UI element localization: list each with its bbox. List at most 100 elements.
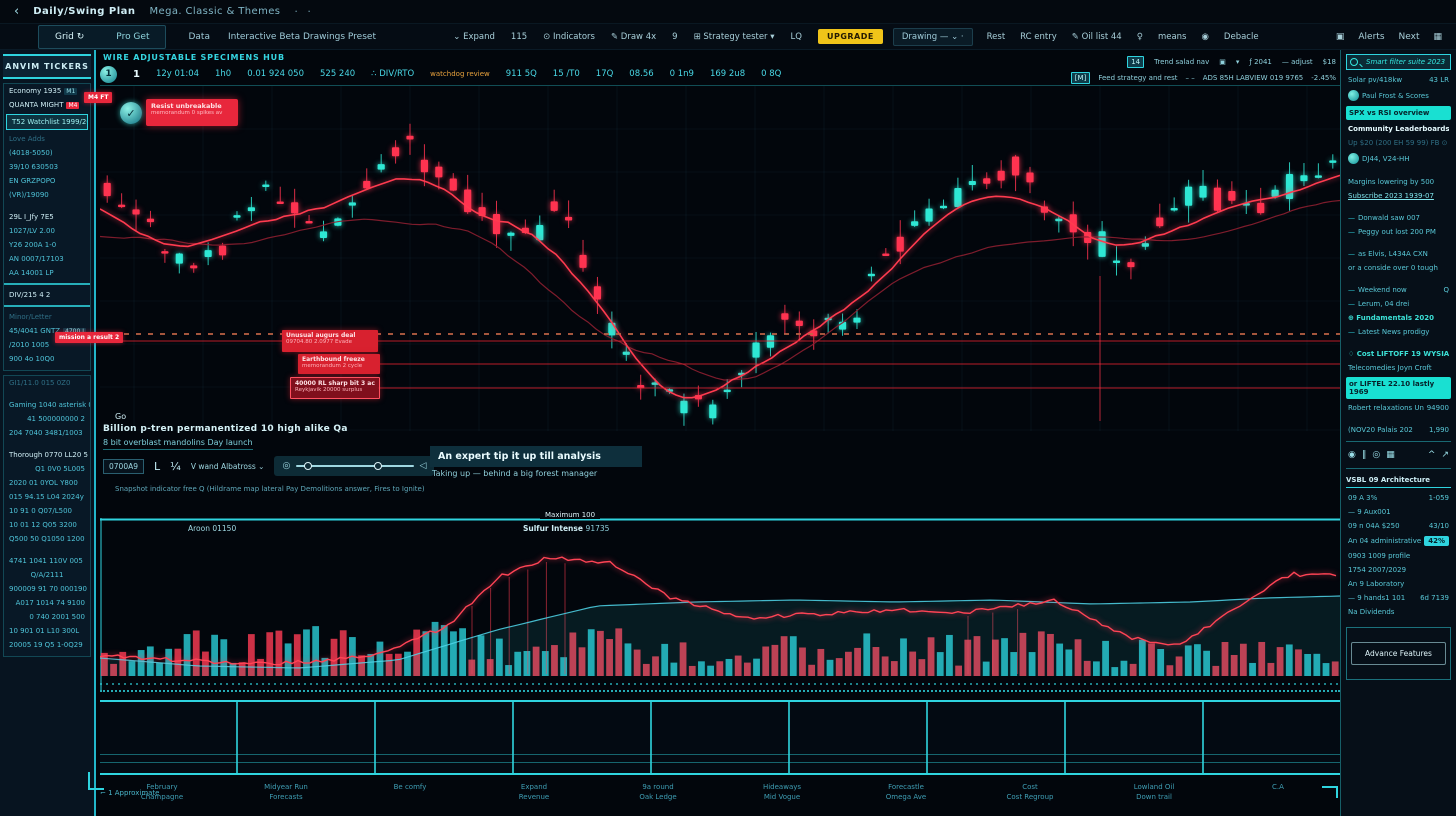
sidebar-tool-icon-1[interactable]: ‖ [1362,450,1367,460]
expert-tip-banner[interactable]: An expert tip it up till analysis [430,446,642,467]
mini1-1[interactable]: Trend salad nav [1154,58,1209,66]
right-tool-3[interactable]: ♀ [1137,32,1143,42]
watchlist-item[interactable]: 900 4o 10Q0 [4,352,90,366]
sidebar-item[interactable]: Robert relaxations United94900 [1346,401,1451,415]
sidebar-item[interactable]: —Weekend nowQ [1346,283,1451,297]
watchlist-item[interactable]: 900009 91 70 000190 [4,582,90,596]
tool-1[interactable]: 115 [511,32,527,42]
mini1-2[interactable]: ▣ [1219,58,1226,66]
back-icon[interactable]: ‹ [14,4,19,19]
symbol-logo-icon[interactable]: 1 [100,66,117,83]
menu-link-1[interactable]: Interactive Beta Drawings Preset [228,32,376,42]
watchlist-item[interactable]: Economy 1935M1 [4,84,90,98]
sidebar-alert-badge[interactable]: M4 FT [84,92,112,103]
indicator-search[interactable]: Smart filter suite 2023 [1346,54,1451,70]
right-tool-2[interactable]: ✎ Oil list 44 [1072,32,1122,42]
tab-1[interactable]: Pro Get [100,26,165,48]
mini1-0[interactable]: 14 [1127,56,1144,68]
highlighted-item[interactable]: or LIFTEL 22.10 lastly 1969 [1346,377,1451,399]
upgrade-button[interactable]: UPGRADE [818,29,883,44]
watchlist-item[interactable]: AA 14001 LP [4,266,90,280]
watchlist-item[interactable]: A017 1014 74 9100 [4,596,90,610]
far-tool-2[interactable]: Next [1399,32,1420,42]
chart-alert-box[interactable]: Resist unbreakable memorandum 0 spikes a… [146,99,238,126]
right-tool-0[interactable]: Rest [987,32,1006,42]
candlestick-chart[interactable]: ✓ Resist unbreakable memorandum 0 spikes… [100,85,1340,431]
tool-6[interactable]: LQ [791,32,802,42]
sidebar-item[interactable]: DJ44, V24-HH [1346,150,1451,167]
sidebar-item[interactable]: —Peggy out lost 200 PM [1346,225,1451,239]
watchlist-item[interactable]: Minor/Letter [4,310,90,324]
watchlist-item[interactable]: Y26 200A 1-0 [4,238,90,252]
mini2-0[interactable]: [M] [1071,72,1091,84]
advance-features-button[interactable]: Advance Features [1351,642,1446,665]
sidebar-item[interactable]: Up $20 (200 EH 59 99) FB ⊙ [1346,136,1451,150]
slider-knob-right[interactable] [374,462,382,470]
watchlist-item[interactable]: 0 740 2001 500 [4,610,90,624]
fraction-tool-icon[interactable]: ¼ [170,460,181,473]
watchlist-item[interactable]: 39/10 630503 [4,160,90,174]
sidebar-item[interactable]: ⊕ Fundamentals 2020 [1346,311,1451,325]
sidebar-tool-icon-0[interactable]: ◉ [1348,450,1356,460]
watchlist-item[interactable]: 10 91 0 Q07/L500 [4,504,90,518]
right-tool-1[interactable]: RC entry [1020,32,1057,42]
watchlist-item[interactable]: DIV/215 4 2 [4,288,90,302]
tool-4[interactable]: 9 [672,32,677,42]
sidebar-item[interactable]: (NOV20 Palais 2021,990 [1346,423,1451,437]
watchlist-item[interactable]: Love Adds [4,132,90,146]
watchlist-item[interactable]: T52 Watchlist 1999/2023 [6,114,88,130]
tool-3[interactable]: ✎ Draw 4x [611,32,656,42]
highlighted-item[interactable]: SPX vs RSI overview [1346,106,1451,120]
mini1-3[interactable]: ▾ [1236,58,1240,66]
watchlist-item[interactable]: 41 500000000 2 [4,412,90,426]
sidebar-item[interactable]: Margins lowering by 500 [1346,175,1451,189]
sidebar-collapse-icon-1[interactable]: ↗ [1441,450,1449,460]
mini2-4[interactable]: -2.45% [1311,74,1336,82]
sidebar-item[interactable]: Telecomedies Joyn Croft [1346,361,1451,375]
slider-knob-left[interactable] [304,462,312,470]
mini2-1[interactable]: Feed strategy and rest [1098,74,1177,82]
mini2-2[interactable]: – – [1185,74,1194,82]
range-input[interactable]: 0700A9 [103,459,144,474]
mini1-4[interactable]: ƒ 2041 [1249,58,1272,66]
watchlist-item[interactable]: 20005 19 Q5 1-0Q29 [4,638,90,652]
watchlist-item[interactable]: 2020 01 0YOL Y800 [4,476,90,490]
watchlist-item[interactable]: QUANTA MIGHTM4 [4,98,90,112]
watchlist-item[interactable]: GI1/11.0 015 0Z0 [4,376,90,390]
watchlist-item[interactable]: 204 7040 3481/1003 [4,426,90,440]
indicator-dropdown[interactable]: V wand Albatross ⌄ [191,462,265,471]
mini1-5[interactable]: — adjust [1282,58,1313,66]
watchlist-item[interactable]: (4018-5050) [4,146,90,160]
watchlist-item[interactable]: 1027/LV 2.00 [4,224,90,238]
watchlist-item[interactable]: Q/A/2111 [4,568,90,582]
right-tool-6[interactable]: Debacle [1224,32,1259,42]
watchlist-item[interactable]: AN 0007/17103 [4,252,90,266]
watchlist-item[interactable]: Q1 0V0 5L005 [4,462,90,476]
sidebar-level-badge[interactable]: mission a result 2 [55,332,123,343]
sidebar-tool-icon-3[interactable]: ▦ [1386,450,1395,460]
sidebar-item[interactable]: Paul Frost & Scores [1346,87,1451,104]
watchlist-item[interactable]: 29L I_Jfy 7E5 [4,210,90,224]
far-tool-3[interactable]: ▦ [1433,32,1442,42]
right-tool-5[interactable]: ◉ [1202,32,1209,42]
far-tool-1[interactable]: Alerts [1358,32,1384,42]
watchlist-item[interactable]: (VR)/19090 [4,188,90,202]
insight-line-2[interactable]: 8 bit overblast mandolins Day launch [103,438,253,450]
oscillator-panel[interactable] [100,518,1340,690]
watchlist-item[interactable]: Thorough 0770 LL20 5 [4,448,90,462]
watchlist-item[interactable]: 4741 1041 110V 005 [4,554,90,568]
watchlist-item[interactable]: Gaming 1040 asterisk 0 [4,398,90,412]
zoom-slider[interactable]: ◎ ◁ [274,456,434,476]
watchlist-item[interactable]: 10 01 12 Q05 3200 [4,518,90,532]
mini2-3[interactable]: ADS 85H LABVIEW 019 9765 [1203,74,1304,82]
sidebar-item[interactable]: —Latest News prodigy [1346,325,1451,339]
watchlist-item[interactable]: 015 94.15 L04 2024y [4,490,90,504]
tool-2[interactable]: ⊙ Indicators [543,32,595,42]
sidebar-item[interactable]: Solar pv/418kw43 LR [1346,73,1451,87]
far-tool-0[interactable]: ▣ [1336,32,1345,42]
watchlist-item[interactable]: Q500 50 Q1050 1200 [4,532,90,546]
tool-5[interactable]: ⊞ Strategy tester ▾ [694,32,775,42]
sidebar-item[interactable]: or a conside over 0 tough [1346,261,1451,275]
timeline-grid[interactable] [100,700,1340,775]
more-options-icon[interactable]: · · [294,5,314,18]
